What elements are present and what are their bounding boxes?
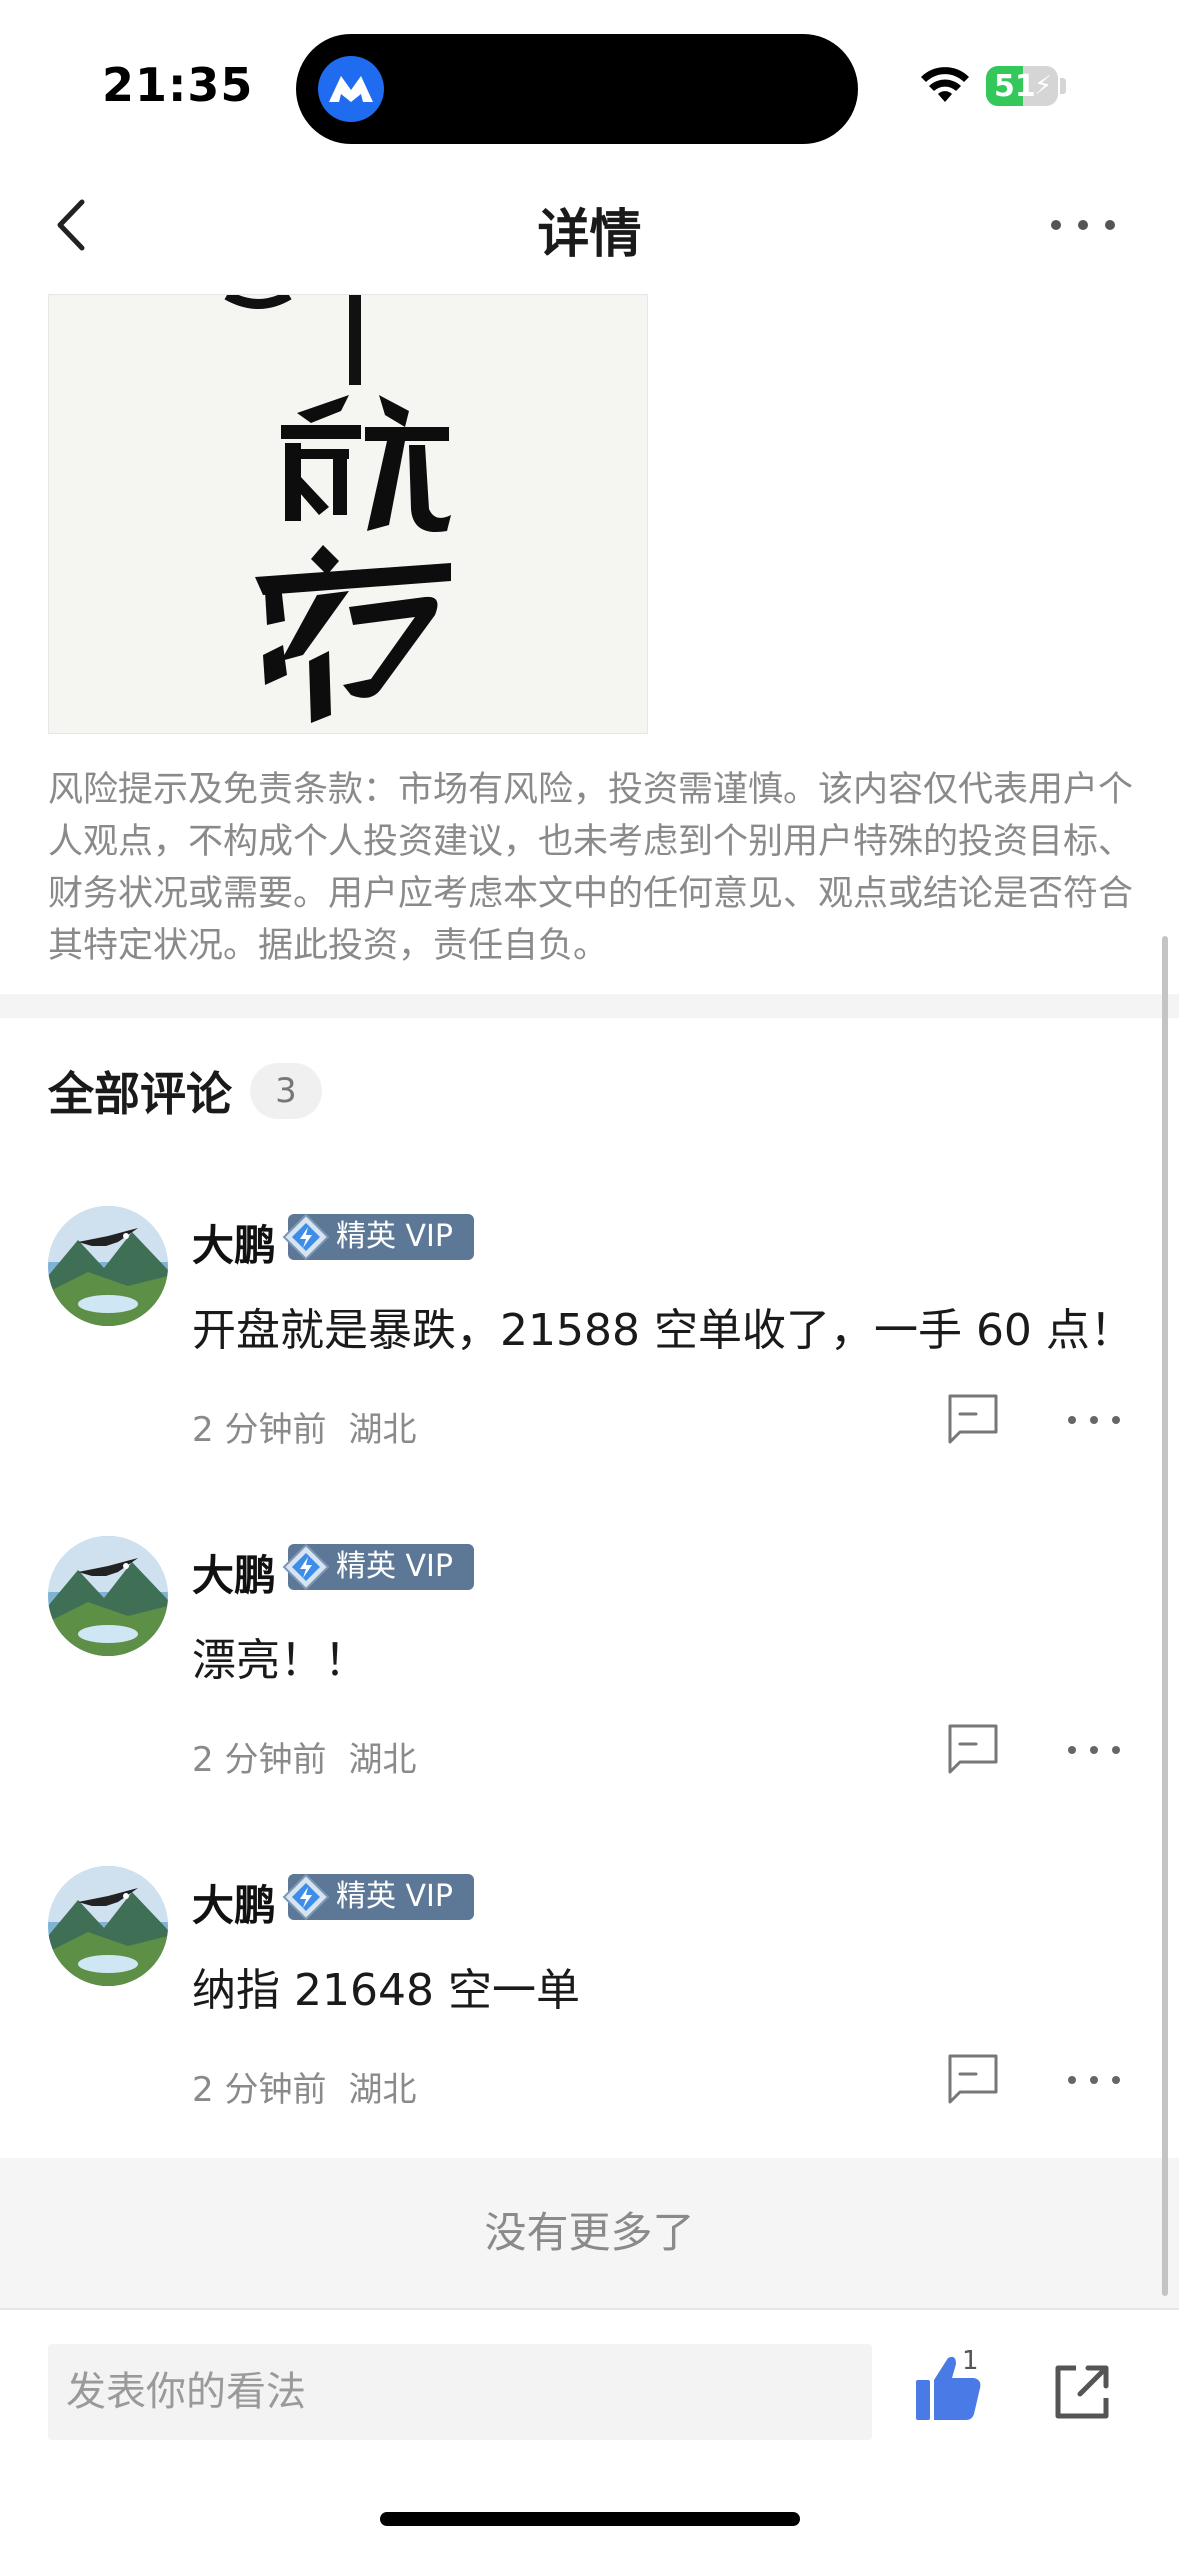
comment-item: 大鹏 精英 VIP 纳指 21648 空一单 2 分钟前 湖北 [0,1866,1179,2166]
comments-header: 全部评论 3 [48,1060,322,1122]
vip-badge-label: 精英 VIP [336,1219,453,1254]
comment-time: 2 分钟前 [192,2070,327,2110]
no-more-label: 没有更多了 [0,2158,1179,2308]
avatar[interactable] [48,1206,168,1326]
comment-text: 纳指 21648 空一单 [192,1965,580,2016]
bolt-icon: ⚡ [1034,71,1053,101]
avatar[interactable] [48,1536,168,1656]
comment-meta: 2 分钟前 湖北 [192,1402,416,1451]
battery-nub [1060,78,1066,94]
reply-icon[interactable] [946,2052,1000,2106]
comment-location: 湖北 [348,1410,417,1450]
diamond-icon [282,1873,330,1921]
avatar[interactable] [48,1866,168,1986]
vip-badge: 精英 VIP [282,1213,474,1261]
wifi-icon [921,67,969,102]
nav-bar: 详情 [0,170,1179,290]
comment-text: 漂亮！！ [192,1635,368,1686]
dynamic-island [296,34,858,144]
like-count: 1 [962,2346,979,2376]
comment-item: 大鹏 精英 VIP 开盘就是暴跌，21588 空单收了，一手 60 点！ 2 分… [0,1206,1179,1506]
vip-badge-label: 精英 VIP [336,1879,453,1914]
comment-location: 湖北 [348,1740,417,1780]
battery-icon: 51 ⚡ [986,66,1058,106]
risk-disclaimer: 风险提示及免责条款：市场有风险，投资需谨慎。该内容仅代表用户个人观点，不构成个人… [48,770,1134,966]
comments-title: 全部评论 [48,1067,232,1121]
ellipsis-icon[interactable] [1066,1740,1122,1760]
comment-username[interactable]: 大鹏 [192,1542,276,1603]
comment-username[interactable]: 大鹏 [192,1212,276,1273]
comments-count-badge: 3 [250,1063,322,1119]
status-time: 21:35 [102,58,254,112]
comment-username[interactable]: 大鹏 [192,1872,276,1933]
vip-badge-label: 精英 VIP [336,1549,453,1584]
ellipsis-icon[interactable] [1048,210,1118,240]
battery-level: 51 [994,69,1036,104]
feather-app-icon[interactable] [318,56,384,122]
ellipsis-icon[interactable] [1066,2070,1122,2090]
diamond-icon [282,1543,330,1591]
comment-item: 大鹏 精英 VIP 漂亮！！ 2 分钟前 湖北 [0,1536,1179,1836]
comment-input[interactable] [48,2344,872,2440]
ellipsis-icon[interactable] [1066,1410,1122,1430]
reply-icon[interactable] [946,1722,1000,1776]
comment-time: 2 分钟前 [192,1740,327,1780]
page-title: 详情 [537,205,642,265]
comment-location: 湖北 [348,2070,417,2110]
scrollbar[interactable] [1162,936,1168,2296]
calligraphy-image[interactable] [48,294,648,734]
status-bar: 21:35 51 ⚡ [0,0,1179,170]
section-divider [0,994,1179,1018]
reply-icon[interactable] [946,1392,1000,1446]
comment-meta: 2 分钟前 湖北 [192,1732,416,1781]
share-icon[interactable] [1052,2362,1112,2422]
diamond-icon [282,1213,330,1261]
comment-time: 2 分钟前 [192,1410,327,1450]
vip-badge: 精英 VIP [282,1873,474,1921]
comment-meta: 2 分钟前 湖北 [192,2062,416,2111]
home-indicator[interactable] [380,2512,800,2526]
vip-badge: 精英 VIP [282,1543,474,1591]
comment-text: 开盘就是暴跌，21588 空单收了，一手 60 点！ [192,1305,1134,1356]
bottom-bar-divider [0,2308,1179,2310]
